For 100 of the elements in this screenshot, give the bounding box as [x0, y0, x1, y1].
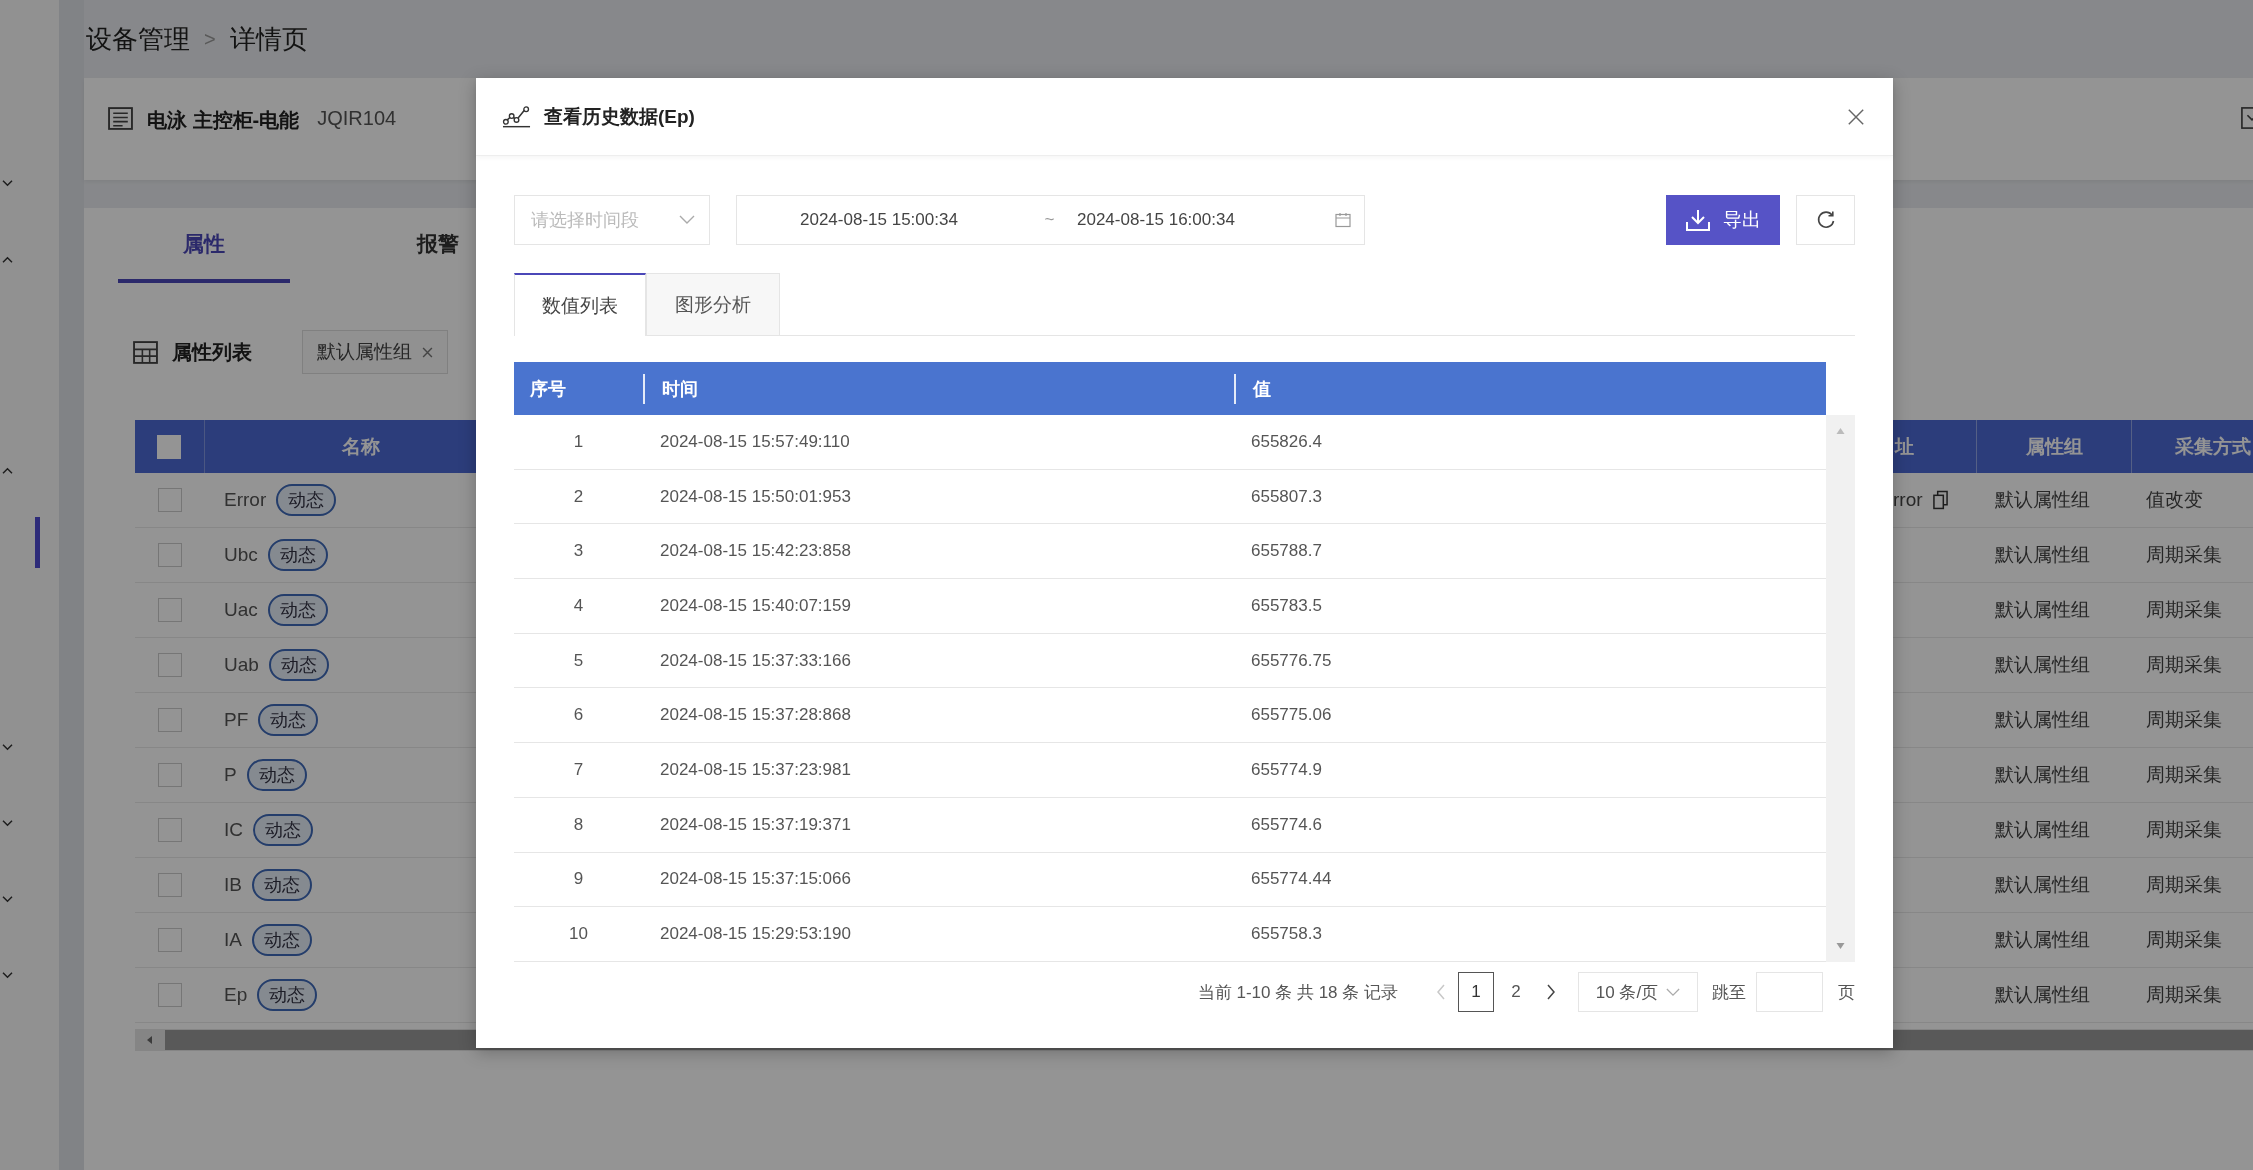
close-icon[interactable]: [422, 346, 433, 358]
chevron-icon[interactable]: [1, 818, 14, 828]
scroll-left-icon[interactable]: [145, 1035, 155, 1045]
checkbox[interactable]: [158, 928, 182, 952]
tab[interactable]: 图形分析: [646, 273, 780, 335]
close-icon[interactable]: [1847, 107, 1865, 126]
table-cell: 周期采集: [2146, 819, 2222, 840]
status-tag: 动态: [246, 759, 307, 791]
date-range-field[interactable]: 2024-08-15 15:00:34 ~ 2024-08-15 16:00:34: [736, 195, 1365, 245]
table-cell: IB: [224, 874, 242, 896]
device-name: 电泳 主控柜-电能: [147, 108, 300, 133]
column-header: 址: [1894, 434, 1914, 459]
copy-icon[interactable]: [1932, 490, 1948, 510]
table-cell: 655776.75: [1251, 650, 1332, 670]
chevron-down-icon: [1666, 987, 1681, 997]
table-cell: 默认属性组: [1995, 874, 2090, 895]
table-cell: 655774.6: [1251, 814, 1322, 834]
table-cell: 655774.9: [1251, 759, 1322, 779]
table-cell: 655826.4: [1251, 431, 1322, 451]
refresh-icon: [1815, 210, 1836, 230]
table-cell: 默认属性组: [1995, 599, 2090, 620]
status-tag: 动态: [267, 594, 328, 626]
chevron-icon[interactable]: [1, 178, 14, 188]
refresh-button[interactable]: [1796, 195, 1855, 245]
table-cell: 默认属性组: [1995, 764, 2090, 785]
chevron-icon[interactable]: [1, 894, 14, 904]
vertical-scrollbar[interactable]: [1826, 415, 1855, 962]
table-cell: 默认属性组: [1995, 929, 2090, 950]
breadcrumb-current: 详情页: [229, 22, 308, 56]
breadcrumb-link[interactable]: 设备管理: [86, 21, 190, 57]
status-tag: 动态: [257, 979, 318, 1011]
table-cell: Error: [224, 489, 267, 511]
table-cell: 3: [573, 541, 584, 561]
table-cell: 655758.3: [1251, 924, 1322, 944]
table-cell: 655807.3: [1251, 486, 1322, 506]
table-cell: 2024-08-15 15:37:19:371: [660, 814, 851, 834]
table-cell: 1: [573, 431, 584, 451]
table-cell: 周期采集: [2146, 874, 2222, 895]
table-cell: 5: [573, 650, 584, 670]
start-date: 2024-08-15 15:00:34: [800, 210, 959, 230]
jump-label: 跳至: [1712, 981, 1746, 1004]
table-cell: 默认属性组: [1995, 984, 2090, 1005]
checkbox[interactable]: [158, 818, 182, 842]
page-size-select[interactable]: 10 条/页: [1578, 972, 1698, 1012]
table-cell: 2024-08-15 15:37:15:066: [660, 869, 851, 889]
checkbox[interactable]: [158, 598, 182, 622]
table-cell: 6: [573, 705, 584, 725]
column-header: 值: [1253, 377, 1271, 401]
checkbox[interactable]: [157, 434, 182, 459]
page-button[interactable]: 2: [1498, 972, 1534, 1012]
scroll-up-icon[interactable]: [1835, 427, 1846, 435]
chevron-icon[interactable]: [1, 465, 14, 475]
chevron-icon[interactable]: [1, 742, 14, 752]
next-page-icon[interactable]: [1546, 984, 1556, 1000]
tab[interactable]: 数值列表: [514, 273, 646, 336]
table-cell: 2024-08-15 15:42:23:858: [660, 541, 851, 561]
status-tag: 动态: [253, 814, 313, 846]
chevron-icon[interactable]: [1, 254, 14, 264]
table-cell: IC: [224, 819, 243, 841]
page-button[interactable]: 1: [1458, 972, 1494, 1012]
calendar-icon: [1335, 212, 1351, 228]
status-tag: 动态: [258, 704, 319, 736]
breadcrumb-separator: >: [204, 27, 216, 51]
chevron-icon[interactable]: [1, 970, 14, 980]
checkbox[interactable]: [158, 543, 182, 567]
table-cell: 655788.7: [1251, 541, 1322, 561]
table-cell: PF: [224, 709, 249, 731]
checkbox[interactable]: [158, 983, 182, 1007]
page-input[interactable]: [1756, 972, 1823, 1012]
table-cell: 2024-08-15 15:37:33:166: [660, 650, 851, 670]
tab[interactable]: 属性: [118, 208, 290, 283]
table-cell: 2024-08-15 15:29:53:190: [660, 924, 851, 944]
checkbox[interactable]: [158, 873, 182, 897]
checkbox[interactable]: [158, 708, 182, 732]
table-cell: 值改变: [2146, 489, 2203, 510]
list-title: 属性列表: [172, 339, 253, 365]
dialog-title: 查看历史数据(Ep): [544, 104, 695, 129]
record-summary: 当前 1-10 条 共 18 条 记录: [1197, 981, 1398, 1004]
table-cell: 9: [573, 869, 584, 889]
filter-tag[interactable]: 默认属性组: [302, 330, 448, 374]
column-header: 序号: [530, 378, 566, 399]
table-cell: 默认属性组: [1995, 489, 2090, 510]
table-cell: 2024-08-15 15:50:01:953: [660, 486, 851, 506]
status-tag: 动态: [276, 484, 337, 516]
scroll-down-icon[interactable]: [1835, 942, 1846, 950]
page-unit: 页: [1838, 981, 1855, 1004]
table-cell: 2024-08-15 15:37:28:868: [660, 705, 851, 725]
export-button[interactable]: 导出: [1666, 195, 1780, 245]
checkbox[interactable]: [158, 488, 182, 512]
chevron-down-icon: [679, 215, 695, 225]
column-header: 属性组: [2025, 434, 2083, 459]
table-cell: Ubc: [224, 544, 258, 566]
device-code: JQIR104: [317, 107, 397, 130]
table-cell: 655783.5: [1251, 595, 1322, 615]
table-cell: Uac: [224, 599, 258, 621]
checkbox[interactable]: [158, 653, 182, 677]
table-cell: 2024-08-15 15:37:23:981: [660, 759, 851, 779]
status-tag: 动态: [268, 649, 329, 681]
checkbox[interactable]: [158, 763, 182, 787]
table-cell: 8: [573, 814, 584, 834]
